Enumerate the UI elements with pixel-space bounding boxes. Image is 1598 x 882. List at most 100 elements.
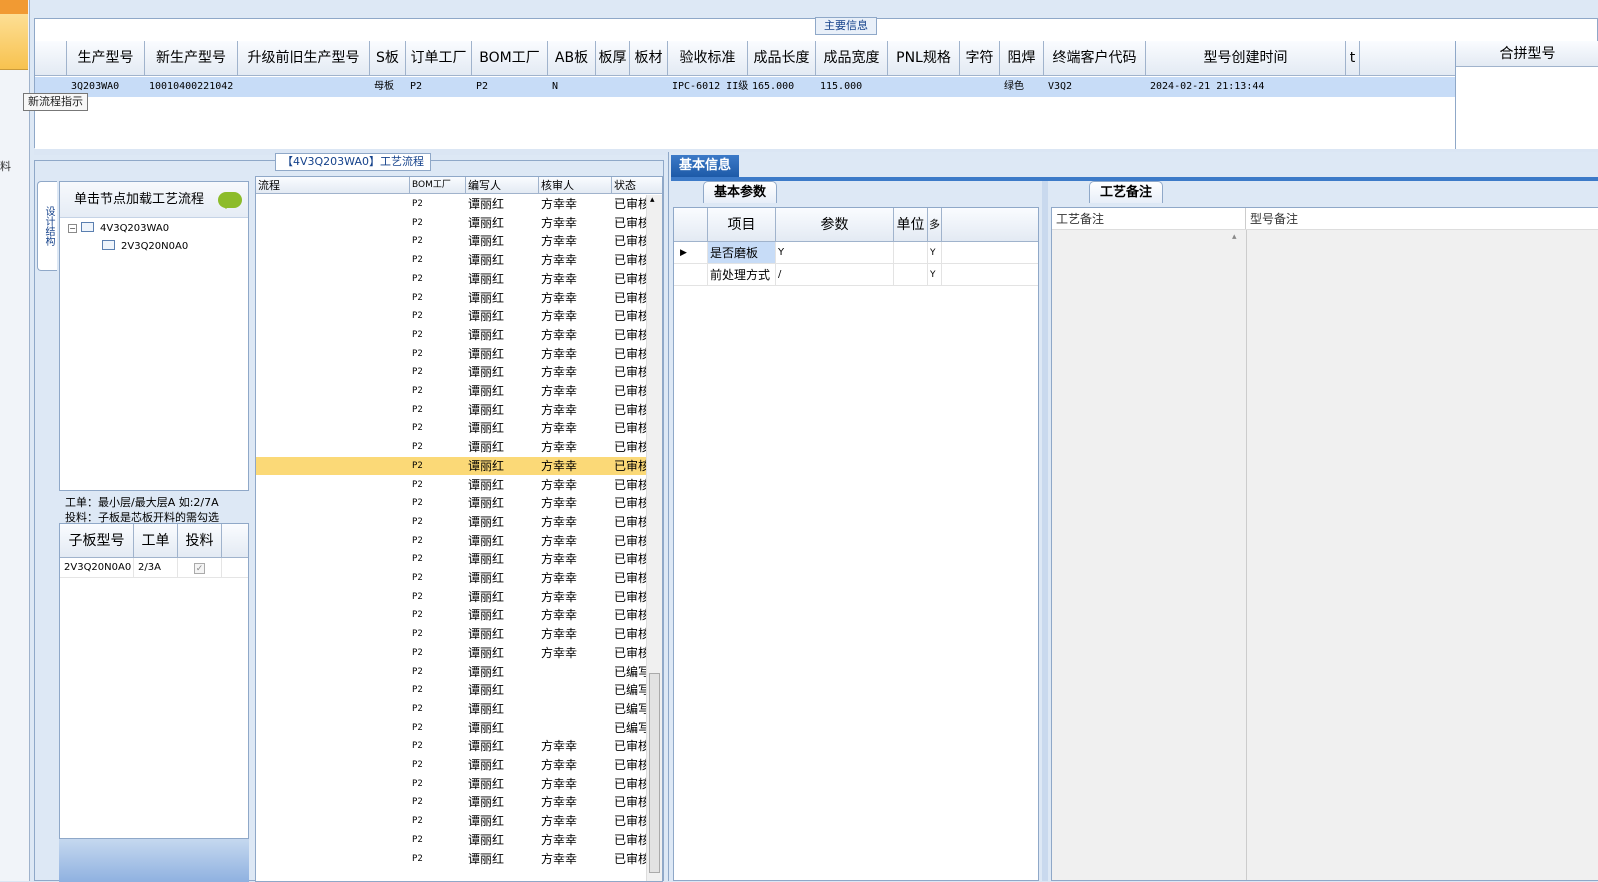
cell[interactable] [894,242,928,263]
cell[interactable]: 10010400221042 [145,77,238,97]
column-header[interactable]: 核审人 [539,177,612,193]
design-structure-tab[interactable]: 设计结构 [37,181,57,271]
flow-row[interactable]: −外层蚀刻2P2谭丽红方幸幸已审核 [256,195,646,214]
flow-row[interactable]: 阻焊前处理2P2谭丽红方幸幸已审核 [256,456,646,476]
cell[interactable] [630,77,668,97]
cell[interactable]: 165.000 [748,77,816,97]
column-header[interactable]: 成品长度 [748,41,816,76]
cell[interactable]: P2 [406,77,472,97]
column-header[interactable]: 终端客户代码 [1044,41,1146,76]
cell[interactable] [596,77,630,97]
column-header[interactable]: 投料 [178,524,222,557]
cell[interactable]: / [776,264,894,285]
cell[interactable]: Y [928,242,942,263]
column-header[interactable]: 项目 [708,208,776,241]
column-header[interactable]: 型号备注 [1246,208,1446,229]
cell[interactable]: 2/3A [134,558,178,577]
cell[interactable]: 115.000 [816,77,888,97]
column-header[interactable]: 工艺备注 [1052,208,1246,229]
cell[interactable]: V3Q2 [1044,77,1146,97]
column-header[interactable]: 字符 [960,41,1000,76]
cell[interactable] [1346,77,1360,97]
column-header[interactable]: BOM工厂 [472,41,548,76]
flow-row[interactable]: 终固化P2谭丽红方幸幸已审核 [256,419,646,438]
cell[interactable]: Y [776,242,894,263]
column-header[interactable]: 编写人 [466,177,539,193]
cell[interactable]: 母板 [370,77,406,97]
column-header[interactable]: 成品宽度 [816,41,888,76]
flow-row[interactable]: 碱性蚀刻2P2谭丽红方幸幸已审核 [256,232,646,251]
flow-row[interactable]: 预烘2P2谭丽红方幸幸已审核 [256,494,646,513]
sub-board-row[interactable]: 2V3Q20N0A0 2/3A ✓ [60,558,248,578]
flow-row[interactable]: −终检P2谭丽红方幸幸已审核 [256,756,646,775]
column-header[interactable]: 阻焊 [1000,41,1044,76]
flow-row[interactable]: 电子测试P2谭丽红已编写 [256,681,646,700]
flow-row[interactable]: 曝光2P2谭丽红方幸幸已审核 [256,513,646,532]
column-header[interactable]: 验收标准 [668,41,748,76]
flow-row[interactable]: 功能检查P2谭丽红方幸幸已审核 [256,775,646,794]
column-header[interactable]: t [1346,41,1360,76]
flow-row[interactable]: 外观检查P2谭丽红方幸幸已审核 [256,793,646,812]
cell[interactable]: 2024-02-21 21:13:44 [1146,77,1346,97]
column-header[interactable]: 新生产型号 [145,41,238,76]
flow-row[interactable]: 丝印P2谭丽红方幸幸已审核 [256,345,646,364]
flow-row[interactable]: −阻焊P2谭丽红方幸幸已审核 [256,307,646,326]
cell[interactable]: 前处理方式 [708,264,776,285]
cell[interactable]: N [548,77,596,97]
flow-row[interactable]: 丝印2P2谭丽红方幸幸已审核 [256,476,646,495]
flow-row[interactable]: 成品清洗P2谭丽红方幸幸已审核 [256,737,646,756]
column-header[interactable]: 流程 [256,177,410,193]
column-header[interactable]: 板厚 [596,41,630,76]
column-header[interactable]: 状态 [612,177,662,193]
flow-row[interactable]: 内包装P2谭丽红方幸幸已审核 [256,831,646,850]
cell[interactable]: 2V3Q20N0A0 [60,558,134,577]
column-header[interactable]: S板 [370,41,406,76]
merge-model-header[interactable]: 合拼型号 [1456,41,1598,67]
tree-node-child[interactable]: 2V3Q20N0A0 [102,240,188,254]
tab-process-remark[interactable]: 工艺备注 [1089,181,1164,203]
flow-row[interactable]: 铣板P2谭丽红已编写 [256,719,646,738]
column-header[interactable]: 多 [928,208,942,241]
cell[interactable]: 是否磨板 [708,242,776,263]
flow-row[interactable]: 显影P2谭丽红方幸幸已审核 [256,401,646,420]
flow-row[interactable]: 退锡2P2谭丽红方幸幸已审核 [256,251,646,270]
column-header[interactable]: 生产型号 [67,41,145,76]
flow-row[interactable]: 水洗烘干P2谭丽红方幸幸已审核 [256,644,646,663]
column-header[interactable]: 单位 [894,208,928,241]
basic-params-row[interactable]: 前处理方式 / Y [674,264,1038,286]
flow-row[interactable]: −成品仓P2谭丽红方幸幸已审核 [256,850,646,869]
tab-basic-info[interactable]: 基本信息 [671,155,740,177]
flow-row[interactable]: 板边包胶P2谭丽红方幸幸已审核 [256,606,646,625]
column-header[interactable]: AB板 [548,41,596,76]
cell[interactable]: P2 [472,77,548,97]
collapse-icon[interactable]: − [68,224,77,233]
cell[interactable]: IPC-6012 II级 [668,77,748,97]
tab-basic-params[interactable]: 基本参数 [703,181,778,203]
flow-row[interactable]: 显影2P2谭丽红方幸幸已审核 [256,532,646,551]
column-header[interactable]: 订单工厂 [406,41,472,76]
column-header[interactable]: 工单 [134,524,178,557]
flow-row[interactable]: −沉金P2谭丽红方幸幸已审核 [256,569,646,588]
column-header[interactable]: 型号创建时间 [1146,41,1346,76]
column-header[interactable]: 参数 [776,208,894,241]
flow-row[interactable]: 退膜2P2谭丽红方幸幸已审核 [256,214,646,233]
cell[interactable] [894,264,928,285]
basic-params-row[interactable]: ▶ 是否磨板 Y Y [674,242,1038,264]
scroll-thumb[interactable] [649,673,660,873]
cell[interactable] [960,77,1000,97]
feed-checkbox[interactable]: ✓ [194,563,205,574]
main-info-grid-row[interactable]: 3Q203WA0 10010400221042 母板 P2 P2 N IPC-6012 II… [35,77,1455,97]
column-header[interactable]: BOM工厂 [410,177,466,193]
flow-row[interactable]: 喷砂P2谭丽红方幸幸已审核 [256,588,646,607]
cell[interactable]: 绿色 [1000,77,1044,97]
vertical-scrollbar[interactable]: ▴ [646,195,662,881]
scroll-up-icon[interactable]: ▴ [1232,232,1237,242]
flow-row[interactable]: 外层AOI2P2谭丽红方幸幸已审核 [256,289,646,308]
flow-row[interactable]: 沉金P2谭丽红方幸幸已审核 [256,625,646,644]
column-header[interactable]: 子板型号 [60,524,134,557]
column-header[interactable]: 升级前旧生产型号 [238,41,370,76]
flow-row[interactable]: −包装P2谭丽红方幸幸已审核 [256,812,646,831]
cell[interactable] [888,77,960,97]
tree-node-root[interactable]: − 4V3Q203WA0 [68,222,169,236]
column-header[interactable]: 板材 [630,41,668,76]
